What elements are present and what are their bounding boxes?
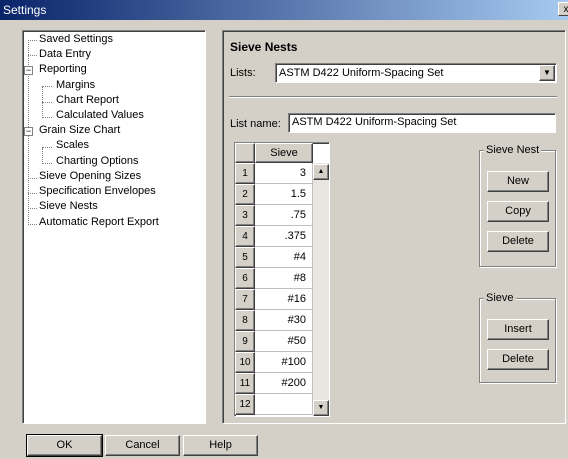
tree-item-margins[interactable]: Margins — [56, 78, 95, 93]
row-number: 9 — [235, 331, 255, 352]
sieve-group — [479, 298, 556, 383]
row-number: 8 — [235, 310, 255, 331]
tree-item-reporting[interactable]: Reporting — [39, 62, 87, 77]
grid-cell[interactable] — [255, 394, 313, 415]
grid-cell[interactable]: 1.5 — [255, 184, 313, 205]
tree-item-sieve-opening-sizes[interactable]: Sieve Opening Sizes — [39, 169, 141, 184]
collapse-icon[interactable]: − — [24, 66, 33, 75]
grid-cell[interactable]: #50 — [255, 331, 313, 352]
row-number: 3 — [235, 205, 255, 226]
grid-cell[interactable]: #200 — [255, 373, 313, 394]
row-number: 7 — [235, 289, 255, 310]
copy-nest-button[interactable]: Copy — [487, 201, 549, 222]
grid-cell[interactable]: #30 — [255, 310, 313, 331]
close-icon[interactable]: x — [558, 2, 568, 16]
scroll-up-icon[interactable]: ▲ — [313, 164, 329, 180]
tree-item-data-entry[interactable]: Data Entry — [39, 47, 91, 62]
title-bar[interactable]: Settings x — [0, 0, 568, 20]
window-title: Settings — [3, 3, 47, 17]
help-button[interactable]: Help — [183, 435, 258, 456]
tree-item-specification-envelopes[interactable]: Specification Envelopes — [39, 184, 156, 199]
new-nest-button[interactable]: New — [487, 171, 549, 192]
grid-cell[interactable]: .75 — [255, 205, 313, 226]
grid-cell[interactable]: #4 — [255, 247, 313, 268]
panel-title: Sieve Nests — [230, 40, 298, 54]
lists-label: Lists: — [230, 67, 256, 79]
collapse-icon[interactable]: − — [24, 127, 33, 136]
tree-item-automatic-report-export[interactable]: Automatic Report Export — [39, 215, 159, 230]
grid-corner — [235, 143, 255, 163]
list-name-label: List name: — [230, 118, 281, 130]
grid-cell[interactable]: #8 — [255, 268, 313, 289]
chevron-down-icon[interactable]: ▼ — [539, 65, 555, 81]
row-number: 10 — [235, 352, 255, 373]
tree-item-sieve-nests[interactable]: Sieve Nests — [39, 199, 98, 214]
row-number: 12 — [235, 394, 255, 415]
grid-cell[interactable]: .375 — [255, 226, 313, 247]
scroll-down-icon[interactable]: ▼ — [313, 400, 329, 416]
tree-item-grain-size-chart[interactable]: Grain Size Chart — [39, 123, 120, 138]
row-number: 11 — [235, 373, 255, 394]
column-header-sieve[interactable]: Sieve — [255, 143, 313, 163]
grid-cell[interactable]: 3 — [255, 163, 313, 184]
cancel-button[interactable]: Cancel — [105, 435, 180, 456]
tree-connector — [42, 148, 43, 164]
ok-button[interactable]: OK — [26, 434, 103, 457]
tree-item-saved-settings[interactable]: Saved Settings — [39, 32, 113, 47]
row-number: 6 — [235, 268, 255, 289]
row-number: 4 — [235, 226, 255, 247]
delete-sieve-button[interactable]: Delete — [487, 349, 549, 370]
tree-item-charting-options[interactable]: Charting Options — [56, 154, 139, 169]
settings-tree[interactable]: Saved Settings Data Entry − Reporting Ma… — [22, 30, 206, 424]
grid-cell[interactable]: #100 — [255, 352, 313, 373]
grid-scrollbar[interactable] — [313, 163, 329, 416]
row-number: 2 — [235, 184, 255, 205]
lists-selected-value: ASTM D422 Uniform-Spacing Set — [279, 67, 444, 79]
sieve-nests-panel: Sieve Nests Lists: ASTM D422 Uniform-Spa… — [222, 30, 566, 424]
row-number: 5 — [235, 247, 255, 268]
list-name-input[interactable]: ASTM D422 Uniform-Spacing Set — [288, 113, 556, 133]
tree-item-chart-report[interactable]: Chart Report — [56, 93, 119, 108]
row-number: 1 — [235, 163, 255, 184]
delete-nest-button[interactable]: Delete — [487, 231, 549, 252]
lists-dropdown[interactable]: ASTM D422 Uniform-Spacing Set ▼ — [275, 63, 557, 83]
tree-item-scales[interactable]: Scales — [56, 138, 89, 153]
tree-item-calculated-values[interactable]: Calculated Values — [56, 108, 144, 123]
sieve-grid[interactable]: Sieve ▲ ▼ 1 3 2 1.5 3 .75 4 .375 5 #4 6 … — [234, 142, 330, 417]
sieve-group-title: Sieve — [484, 292, 516, 304]
sieve-nest-group-title: Sieve Nest — [484, 144, 542, 156]
divider — [229, 96, 557, 98]
insert-sieve-button[interactable]: Insert — [487, 319, 549, 340]
grid-cell[interactable]: #16 — [255, 289, 313, 310]
